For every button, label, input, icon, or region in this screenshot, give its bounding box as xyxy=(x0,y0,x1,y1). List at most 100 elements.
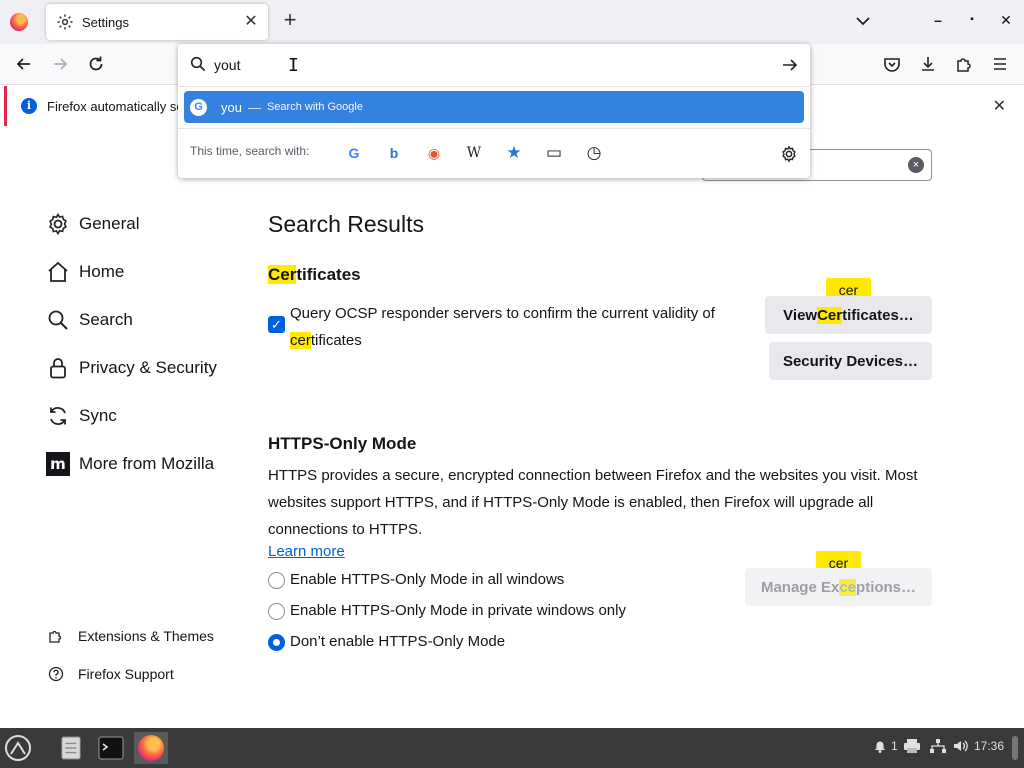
gear-icon xyxy=(46,212,70,236)
forward-icon[interactable] xyxy=(50,54,70,74)
suggestion-action: Search with Google xyxy=(266,101,363,113)
text-cursor-icon: I xyxy=(288,55,299,76)
extensions-themes-link[interactable]: Extensions & Themes xyxy=(48,625,214,647)
search-icon xyxy=(190,56,206,72)
firefox-logo-icon xyxy=(10,13,28,31)
divider xyxy=(178,86,810,87)
mozilla-icon: m xyxy=(46,452,70,476)
label-text: Query OCSP responder servers to confirm … xyxy=(290,305,715,322)
lock-icon xyxy=(46,356,70,380)
ocsp-checkbox-label: Query OCSP responder servers to confirm … xyxy=(290,300,750,354)
tab-strip: Settings ✕ + – ▪ ✕ xyxy=(0,0,1024,44)
history-icon[interactable]: ◷ xyxy=(585,144,603,162)
urlbar-input-row: I xyxy=(178,44,810,86)
gear-icon xyxy=(56,13,74,31)
tabs-icon[interactable]: ▭ xyxy=(545,144,563,162)
search-suggestion-row[interactable]: G you — Search with Google xyxy=(184,91,804,123)
downloads-icon[interactable] xyxy=(918,54,938,74)
bookmarks-icon[interactable]: ★ xyxy=(505,144,523,162)
home-icon xyxy=(46,260,70,284)
radio-label: Don’t enable HTTPS-Only Mode xyxy=(290,633,506,650)
wikipedia-engine-icon[interactable]: W xyxy=(465,144,483,162)
page-title: Search Results xyxy=(268,211,424,237)
learn-more-link[interactable]: Learn more xyxy=(268,543,345,560)
notification-bell-icon[interactable] xyxy=(872,738,888,757)
close-window-button[interactable]: ✕ xyxy=(996,10,1016,30)
https-only-description: HTTPS provides a secure, encrypted conne… xyxy=(268,467,918,538)
clear-search-icon[interactable]: × xyxy=(908,157,924,173)
terminal-icon[interactable] xyxy=(94,732,128,764)
radio-label: Enable HTTPS-Only Mode in private window… xyxy=(290,602,626,619)
close-tab-icon[interactable]: ✕ xyxy=(242,13,260,31)
reload-icon[interactable] xyxy=(86,54,106,74)
pocket-icon[interactable] xyxy=(882,54,902,74)
radio-label: Enable HTTPS-Only Mode in all windows xyxy=(290,571,565,588)
show-desktop-button[interactable] xyxy=(1012,736,1018,760)
one-off-search-label: This time, search with: xyxy=(190,144,310,158)
duckduckgo-engine-icon[interactable]: ◉ xyxy=(425,144,443,162)
search-highlight: cer xyxy=(290,332,311,349)
sidebar-item-label: More from Mozilla xyxy=(79,454,215,473)
search-highlight: Cer xyxy=(268,265,297,284)
divider xyxy=(178,128,810,129)
sidebar-item-label: Home xyxy=(79,262,125,281)
tab-settings[interactable]: Settings ✕ xyxy=(46,4,268,40)
sidebar-item-more-from-mozilla[interactable]: m More from Mozilla xyxy=(46,450,214,478)
suggestion-text: you xyxy=(221,99,242,115)
volume-icon[interactable] xyxy=(952,738,970,757)
manage-exceptions-button[interactable]: Manage Ex ce ptions… xyxy=(745,568,932,606)
sidebar-item-label: Privacy & Security xyxy=(79,358,217,377)
sidebar-item-privacy[interactable]: Privacy & Security xyxy=(46,354,217,382)
button-text: View xyxy=(783,306,818,324)
sync-icon xyxy=(46,404,70,428)
menu-icon[interactable] xyxy=(990,54,1010,74)
sidebar-item-label: General xyxy=(79,214,140,233)
minimize-button[interactable]: – xyxy=(928,10,948,30)
sidebar-item-label: Search xyxy=(79,310,133,329)
printer-icon[interactable] xyxy=(903,738,921,757)
search-highlight: ce xyxy=(839,578,857,596)
maximize-button[interactable]: ▪ xyxy=(962,10,982,30)
ocsp-checkbox[interactable]: ✓ xyxy=(268,316,285,333)
radio-https-all-windows[interactable] xyxy=(268,572,285,589)
sidebar-item-sync[interactable]: Sync xyxy=(46,402,117,430)
tab-title: Settings xyxy=(82,14,129,30)
button-text: ptions… xyxy=(856,578,917,596)
search-highlight: Cer xyxy=(817,306,843,324)
clock: 17:36 xyxy=(974,739,1005,753)
footer-link-label: Firefox Support xyxy=(78,666,174,682)
sidebar-item-label: Sync xyxy=(79,406,117,425)
start-menu-icon[interactable] xyxy=(0,732,36,764)
sidebar-item-search[interactable]: Search xyxy=(46,306,133,334)
sidebar-item-home[interactable]: Home xyxy=(46,258,124,286)
google-engine-icon[interactable]: G xyxy=(345,144,363,162)
taskbar: 1 17:36 xyxy=(0,728,1024,768)
new-tab-button[interactable]: + xyxy=(280,9,300,31)
puzzle-icon xyxy=(48,628,64,644)
network-icon[interactable] xyxy=(929,738,947,757)
notification-text: Firefox automatically se xyxy=(47,98,184,114)
close-notification-icon[interactable]: ✕ xyxy=(993,96,1006,116)
google-icon: G xyxy=(190,98,207,116)
back-icon[interactable] xyxy=(14,54,34,74)
label-text: tificates xyxy=(310,332,362,349)
heading-text: tificates xyxy=(296,265,361,284)
view-certificates-button[interactable]: View Cer tificates… xyxy=(765,296,932,334)
chevron-down-icon[interactable] xyxy=(854,12,872,30)
svg-text:m: m xyxy=(50,455,66,473)
security-devices-button[interactable]: Security Devices… xyxy=(769,342,932,380)
button-text: Manage Ex xyxy=(760,578,840,596)
suggestion-separator: — xyxy=(247,99,261,115)
firefox-support-link[interactable]: Firefox Support xyxy=(48,663,174,685)
radio-https-private-only[interactable] xyxy=(268,603,285,620)
firefox-taskbar-icon[interactable] xyxy=(134,732,168,764)
info-icon: i xyxy=(21,98,37,114)
extensions-icon[interactable] xyxy=(954,54,974,74)
sidebar-item-general[interactable]: General xyxy=(46,210,139,238)
bing-engine-icon[interactable]: b xyxy=(385,144,403,162)
search-settings-gear-icon[interactable] xyxy=(780,145,798,163)
button-text: tificates… xyxy=(842,306,914,324)
go-arrow-icon[interactable] xyxy=(780,55,800,75)
file-manager-icon[interactable] xyxy=(54,732,88,764)
radio-https-disabled[interactable] xyxy=(268,634,285,651)
